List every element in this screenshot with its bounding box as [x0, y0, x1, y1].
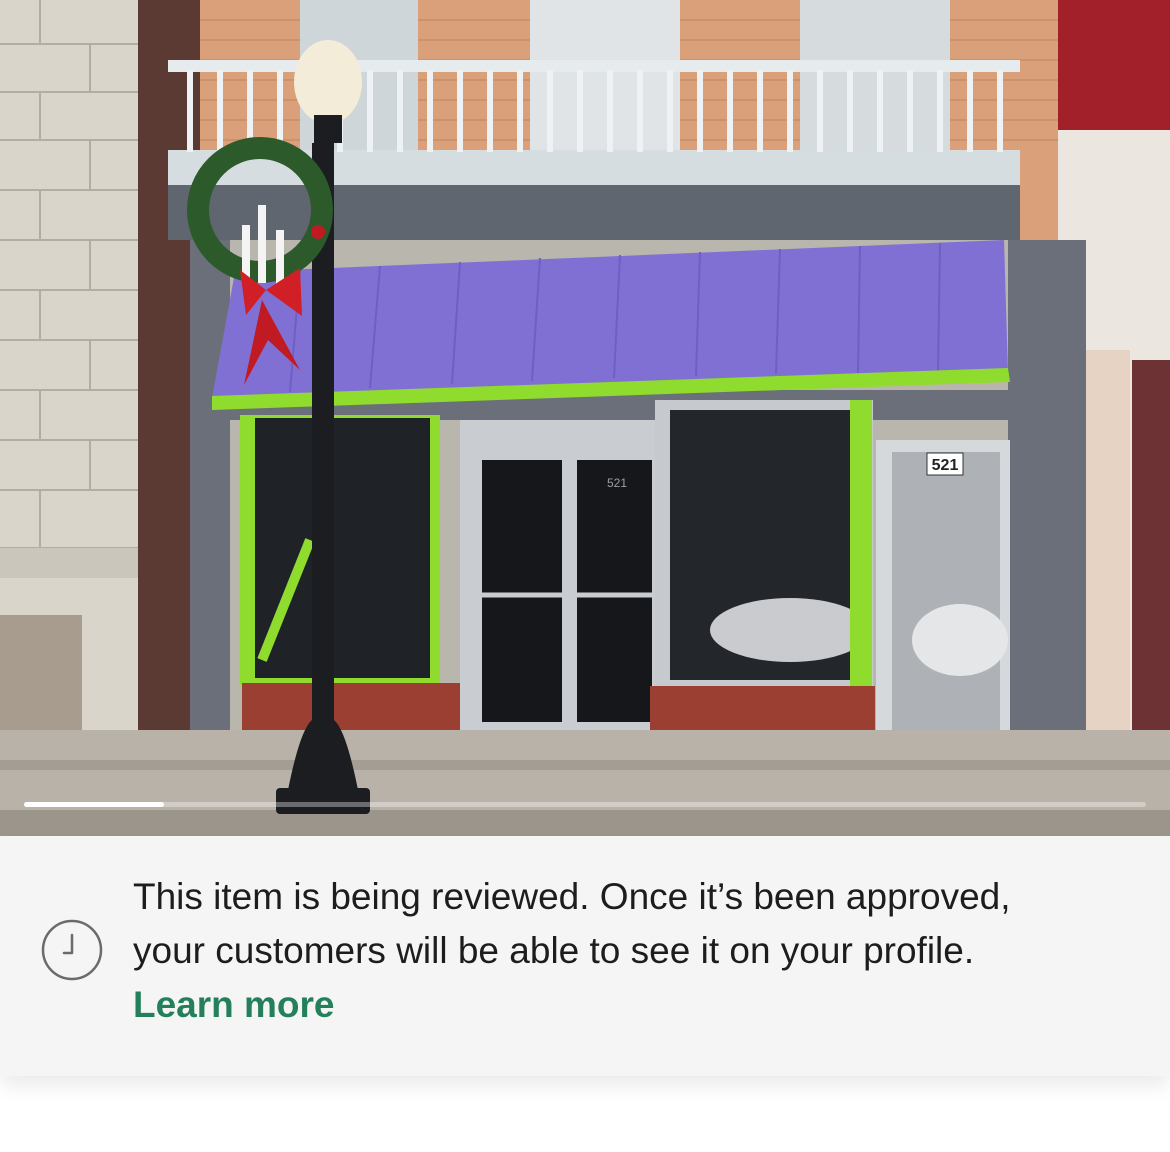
door-number: 521 — [607, 476, 627, 490]
address-sign: 521 — [932, 457, 959, 474]
carousel-progress-fill — [24, 802, 165, 807]
review-message-line1: This item is being reviewed. Once it’s b… — [133, 876, 1011, 917]
listing-photo[interactable]: 521 521 — [0, 0, 1170, 836]
review-message: This item is being reviewed. Once it’s b… — [133, 870, 1133, 1032]
learn-more-link[interactable]: Learn more — [133, 978, 1133, 1032]
clock-icon — [41, 919, 103, 981]
review-message-line2: your customers will be able to see it on… — [133, 930, 975, 971]
storefront-image: 521 521 — [0, 0, 1170, 836]
carousel-progress — [24, 802, 1146, 807]
